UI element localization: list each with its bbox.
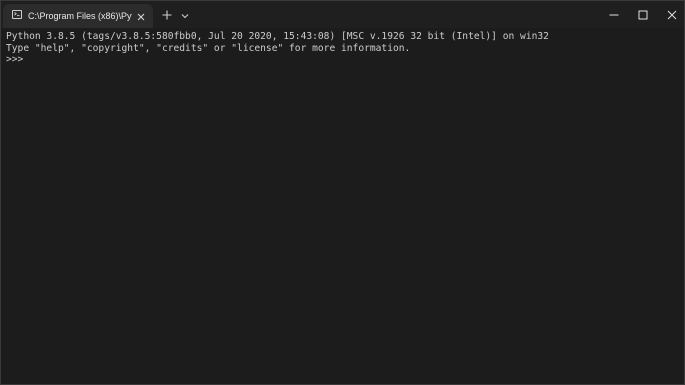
close-icon [667,10,677,20]
tab-python[interactable]: C:\Program Files (x86)\Python [3,4,153,28]
close-button[interactable] [656,1,684,28]
minimize-button[interactable] [598,1,630,28]
console-line: Type "help", "copyright", "credits" or "… [6,42,411,54]
maximize-button[interactable] [627,1,659,28]
maximize-icon [638,10,648,20]
chevron-down-icon[interactable] [179,9,191,21]
tab-close-icon[interactable] [135,10,147,22]
terminal-icon [12,10,22,19]
console-output[interactable]: Python 3.8.5 (tags/v3.8.5:580fbb0, Jul 2… [1,28,684,384]
minimize-icon [609,14,619,16]
title-bar[interactable]: C:\Program Files (x86)\Python [1,1,684,28]
terminal-window: C:\Program Files (x86)\Python [0,0,685,385]
console-prompt[interactable]: >>> [6,54,684,66]
tab-title: C:\Program Files (x86)\Python [28,11,132,21]
plus-icon[interactable] [160,8,174,22]
console-line: Python 3.8.5 (tags/v3.8.5:580fbb0, Jul 2… [6,31,549,42]
